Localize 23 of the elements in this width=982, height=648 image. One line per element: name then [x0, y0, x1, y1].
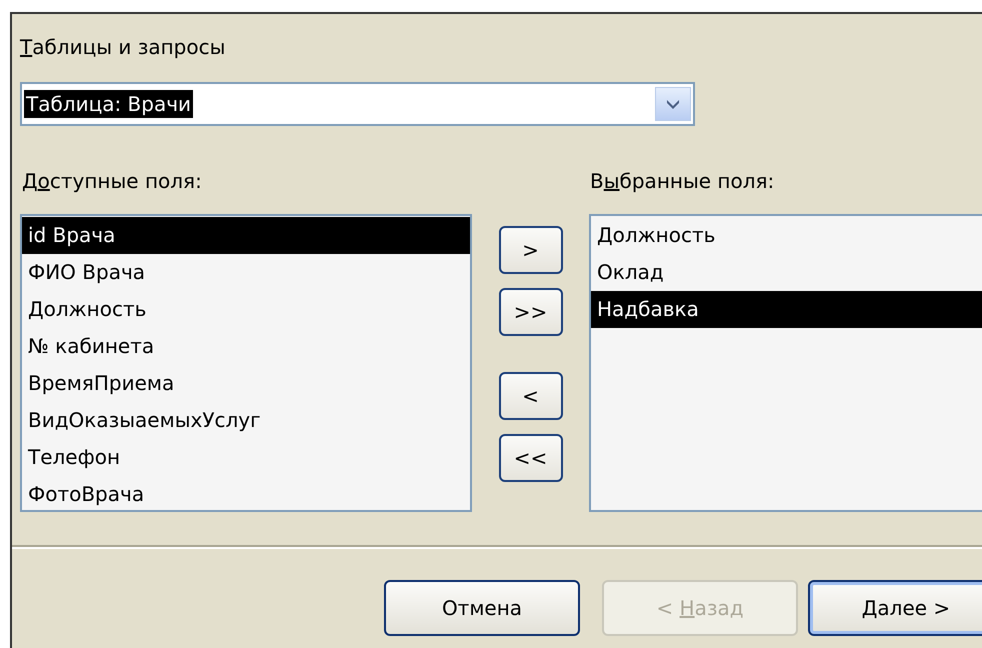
field-item[interactable]: Оклад: [591, 254, 982, 291]
field-item[interactable]: № кабинета: [22, 328, 470, 365]
field-item[interactable]: Должность: [591, 217, 982, 254]
move-button[interactable]: >: [498, 226, 562, 274]
field-item[interactable]: ФотоВрача: [22, 476, 470, 513]
tables-label: Таблицы и запросы: [20, 34, 226, 60]
field-item[interactable]: Должность: [22, 291, 470, 328]
available-fields-label: Доступные поля:: [22, 168, 203, 194]
dialog-button[interactable]: Отмена: [384, 580, 580, 636]
available-fields-list[interactable]: id Врача ФИО Врача Должность № кабинета ВремяПриема ВидОказыаемыхУслуг Телефон ФотоВрача: [20, 214, 472, 512]
move-button[interactable]: <: [498, 372, 562, 420]
table-dropdown[interactable]: Таблица: Врачи: [20, 82, 695, 126]
move-button[interactable]: >>: [498, 288, 562, 336]
move-button[interactable]: <<: [498, 434, 562, 482]
field-item[interactable]: Надбавка: [591, 291, 982, 328]
selected-fields-label: Выбранные поля:: [590, 168, 774, 194]
field-item[interactable]: ФИО Врача: [22, 254, 470, 291]
dialog-button[interactable]: Далее >: [808, 580, 982, 636]
field-item[interactable]: ВидОказыаемыхУслуг: [22, 402, 470, 439]
field-item[interactable]: id Врача: [22, 217, 470, 254]
selected-fields-list[interactable]: Должность Оклад Надбавка: [589, 214, 982, 512]
field-item[interactable]: ВремяПриема: [22, 365, 470, 402]
field-item[interactable]: Телефон: [22, 439, 470, 476]
